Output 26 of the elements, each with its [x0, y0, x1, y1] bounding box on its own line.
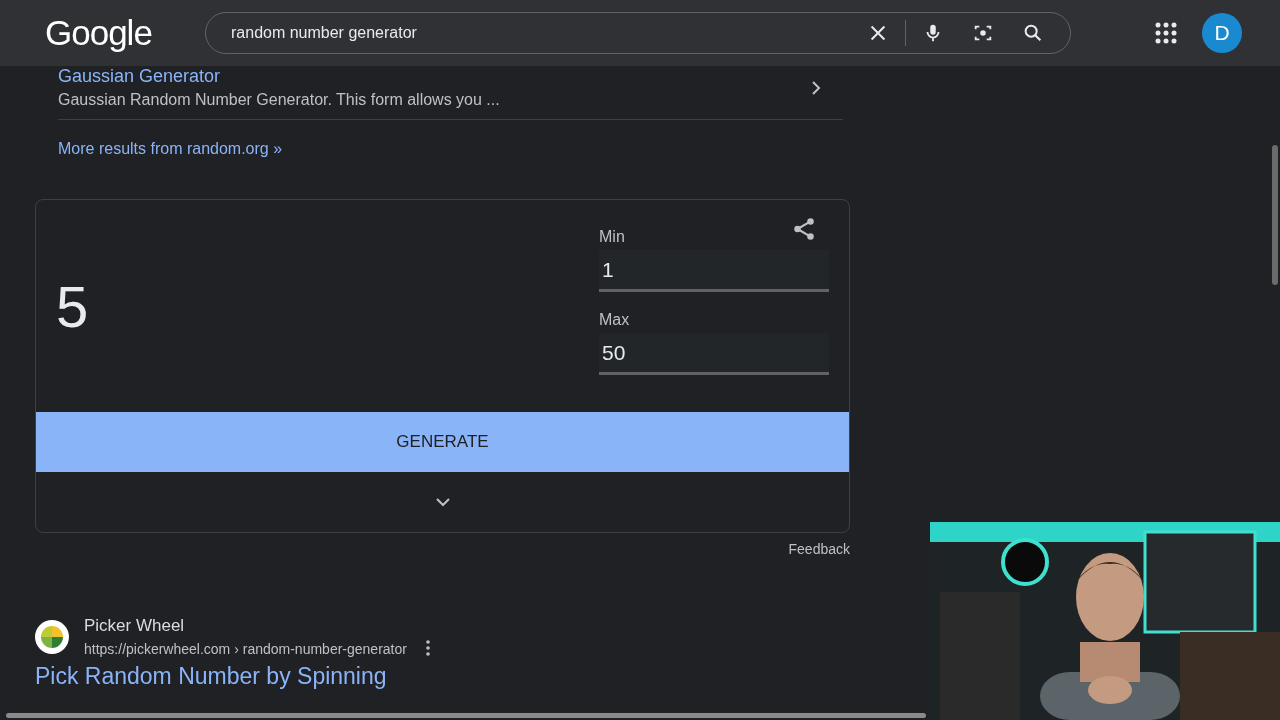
apps-grid-icon[interactable]	[1155, 22, 1177, 44]
more-options-icon[interactable]	[425, 639, 430, 656]
sitelink-snippet: Gaussian Random Number Generator. This form allows you ...	[58, 91, 500, 109]
more-results-link[interactable]: More results from random.org »	[58, 140, 850, 158]
field-label: Min	[599, 228, 625, 247]
chevron-down-icon[interactable]	[434, 497, 451, 507]
result-title-link[interactable]: Pick Random Number by Spinning	[35, 663, 850, 690]
site-name: Picker Wheel	[84, 616, 186, 636]
field-label: Max	[599, 311, 630, 330]
sitelink-title[interactable]: Gaussian Generator	[58, 66, 500, 87]
generated-number: 5	[56, 272, 89, 340]
generate-button[interactable]: GENERATE	[36, 412, 849, 472]
feedback-link[interactable]: Feedback	[788, 541, 850, 557]
chevron-right-icon[interactable]	[811, 79, 821, 96]
search-field[interactable]: random number generator	[231, 24, 839, 42]
search-icon[interactable]	[1022, 22, 1044, 44]
account-avatar[interactable]: D	[1202, 13, 1242, 53]
number-field[interactable]: 50	[599, 333, 829, 375]
number-field[interactable]: 1	[599, 250, 829, 292]
share-icon[interactable]	[791, 216, 817, 242]
wheel-icon	[35, 619, 69, 654]
google-logo[interactable]: Google	[45, 13, 205, 53]
vertical-scrollbar[interactable]	[1272, 145, 1278, 285]
horizontal-scrollbar[interactable]	[6, 713, 926, 718]
result-url: https://pickerwheel.com › random-number-generator	[84, 641, 407, 657]
search-bar[interactable]: random number generator	[205, 12, 1071, 54]
